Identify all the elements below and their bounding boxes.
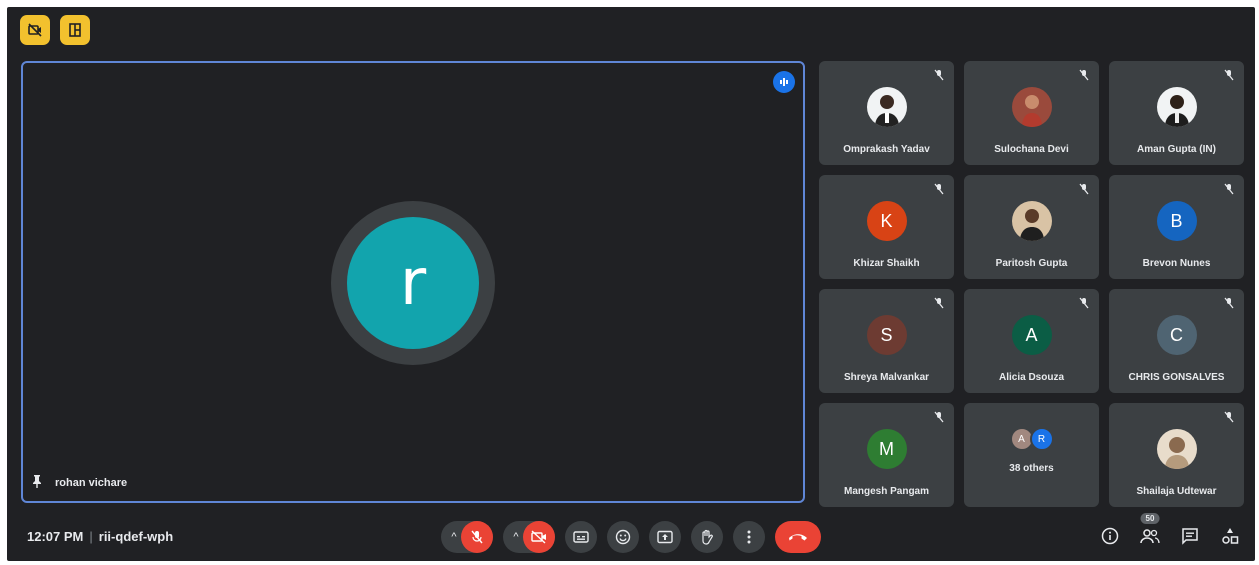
speaking-indicator-icon: [773, 71, 795, 93]
end-call-button[interactable]: [775, 521, 821, 553]
mic-off-icon: [932, 410, 946, 424]
separator: |: [89, 529, 93, 544]
avatar: [1011, 201, 1052, 241]
participant-tile[interactable]: Omprakash Yadav: [819, 61, 954, 165]
participant-tile[interactable]: Sulochana Devi: [964, 61, 1099, 165]
mic-off-icon: [1222, 296, 1236, 310]
mic-off-icon: [1077, 68, 1091, 82]
bottom-bar: 12:07 PM | rii-qdef-wph ^ ^ 50: [7, 513, 1255, 557]
mic-control: ^: [441, 521, 493, 553]
participant-name: Alicia Dsouza: [998, 372, 1065, 383]
main-name-label: rohan vichare: [55, 476, 128, 489]
mic-off-button[interactable]: [461, 521, 493, 553]
avatar: S: [866, 315, 907, 355]
present-button[interactable]: [649, 521, 681, 553]
others-avatars: A R: [1009, 427, 1054, 451]
participant-tile[interactable]: S Shreya Malvankar: [819, 289, 954, 393]
chevron-up-icon[interactable]: ^: [509, 531, 523, 543]
camera-control: ^: [503, 521, 555, 553]
others-count: 38 others: [1009, 463, 1054, 474]
participant-tile[interactable]: B Brevon Nunes: [1109, 175, 1244, 279]
side-panel-buttons: 50: [1099, 513, 1241, 547]
mic-off-icon: [932, 182, 946, 196]
participant-grid: Omprakash Yadav Sulochana Devi Aman Gupt…: [819, 61, 1244, 507]
main-participant-name: rohan vichare: [31, 474, 127, 491]
avatar: M: [866, 429, 907, 469]
main-avatar: r: [347, 217, 479, 349]
participant-name: Khizar Shaikh: [853, 258, 920, 269]
raise-hand-button[interactable]: [691, 521, 723, 553]
info-button[interactable]: [1099, 525, 1121, 547]
others-tile[interactable]: A R 38 others: [964, 403, 1099, 507]
camera-off-button[interactable]: [523, 521, 555, 553]
meeting-code: rii-qdef-wph: [98, 529, 174, 544]
participant-tile[interactable]: Aman Gupta (IN): [1109, 61, 1244, 165]
participant-count-badge: 50: [1140, 513, 1160, 524]
meeting-time: 12:07 PM: [27, 529, 84, 544]
avatar: [1156, 429, 1197, 469]
mic-off-icon: [932, 296, 946, 310]
participant-name: Omprakash Yadav: [843, 144, 930, 155]
participant-name: Paritosh Gupta: [995, 258, 1068, 269]
participant-tile[interactable]: A Alicia Dsouza: [964, 289, 1099, 393]
participant-name: CHRIS GONSALVES: [1128, 372, 1225, 383]
participant-name: Aman Gupta (IN): [1137, 144, 1216, 155]
avatar: R: [1029, 427, 1054, 451]
main-avatar-ring: r: [331, 201, 495, 365]
layout-icon[interactable]: [60, 15, 90, 45]
avatar: A: [1011, 315, 1052, 355]
mic-off-icon: [1222, 68, 1236, 82]
emoji-button[interactable]: [607, 521, 639, 553]
chat-button[interactable]: [1179, 525, 1201, 547]
chevron-up-icon[interactable]: ^: [447, 531, 461, 543]
participant-name: Brevon Nunes: [1142, 258, 1211, 269]
mic-off-icon: [1077, 296, 1091, 310]
main-speaker-tile[interactable]: r rohan vichare: [21, 61, 805, 503]
mic-off-icon: [1222, 182, 1236, 196]
avatar: [1011, 87, 1052, 127]
mic-off-icon: [1077, 182, 1091, 196]
activities-button[interactable]: [1219, 525, 1241, 547]
more-options-button[interactable]: [733, 521, 765, 553]
mic-off-icon: [1222, 410, 1236, 424]
participant-tile[interactable]: K Khizar Shaikh: [819, 175, 954, 279]
participant-name: Mangesh Pangam: [843, 486, 930, 497]
top-toolbar: [20, 15, 90, 45]
participant-tile[interactable]: Shailaja Udtewar: [1109, 403, 1244, 507]
pin-icon[interactable]: [31, 474, 43, 491]
call-controls: ^ ^: [441, 521, 821, 553]
avatar: [866, 87, 907, 127]
participant-tile[interactable]: M Mangesh Pangam: [819, 403, 954, 507]
avatar: K: [866, 201, 907, 241]
captions-button[interactable]: [565, 521, 597, 553]
video-off-icon[interactable]: [20, 15, 50, 45]
participant-tile[interactable]: Paritosh Gupta: [964, 175, 1099, 279]
avatar: [1156, 87, 1197, 127]
participant-name: Shailaja Udtewar: [1136, 486, 1217, 497]
mic-off-icon: [932, 68, 946, 82]
avatar: C: [1156, 315, 1197, 355]
avatar: B: [1156, 201, 1197, 241]
meeting-info: 12:07 PM | rii-qdef-wph: [27, 529, 173, 544]
meet-window: r rohan vichare Omprakash Yadav Sulochan…: [7, 7, 1255, 561]
participant-name: Shreya Malvankar: [843, 372, 930, 383]
people-button[interactable]: 50: [1139, 513, 1161, 547]
participant-name: Sulochana Devi: [994, 144, 1069, 155]
participant-tile[interactable]: C CHRIS GONSALVES: [1109, 289, 1244, 393]
